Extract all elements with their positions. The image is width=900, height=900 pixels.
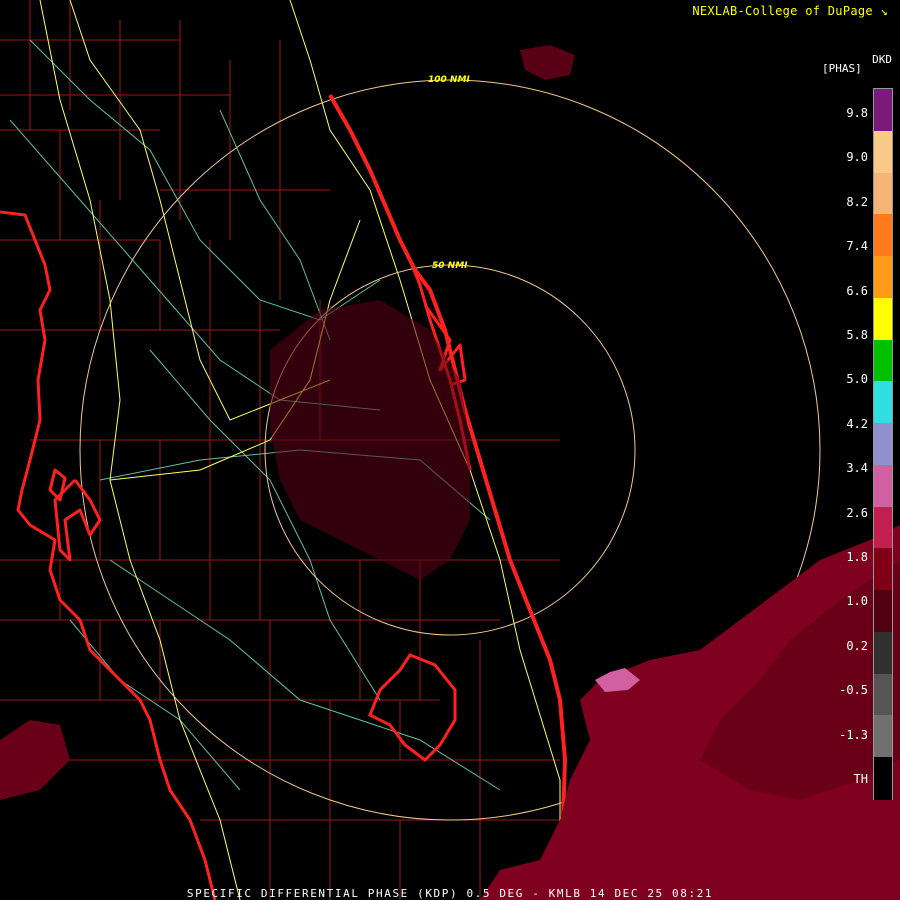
color-scale-segment xyxy=(874,715,892,759)
color-scale-segment xyxy=(874,590,892,633)
color-scale-tick: 9.8 xyxy=(846,106,868,120)
color-scale-segment xyxy=(874,757,892,800)
color-scale-tick: 1.8 xyxy=(846,550,868,564)
color-scale-tick: -1.3 xyxy=(839,727,868,742)
ring-label-50: 50 NMI xyxy=(432,261,468,271)
color-scale-tick: -0.5 xyxy=(839,683,868,698)
color-scale-segment xyxy=(874,339,892,383)
color-scale-tick: 8.2 xyxy=(846,194,868,209)
credit-text: NEXLAB-College of DuPage xyxy=(692,4,873,18)
color-scale-segment xyxy=(874,464,892,508)
lake-okeechobee xyxy=(368,653,457,762)
color-scale-tick: 3.4 xyxy=(846,461,868,476)
color-scale-segment xyxy=(874,172,892,216)
product-code: DKD xyxy=(872,53,892,66)
color-scale-segment xyxy=(874,381,892,425)
color-scale-segment xyxy=(874,631,892,675)
color-scale-segment xyxy=(874,506,892,550)
color-scale-bar xyxy=(873,88,893,800)
echo-southwest xyxy=(0,720,70,800)
echo-clutter xyxy=(270,300,470,580)
color-scale-tick: 2.6 xyxy=(846,505,868,520)
units-label: [PHAS] xyxy=(822,62,862,75)
color-scale-segment xyxy=(874,130,892,174)
color-scale-segment xyxy=(874,89,892,132)
color-scale-segment xyxy=(874,214,892,258)
credit-label: NEXLAB-College of DuPage ↘ xyxy=(692,4,888,18)
color-scale-tick: 6.6 xyxy=(846,283,868,298)
color-scale-tick: 0.2 xyxy=(846,638,868,653)
color-scale-tick: 1.0 xyxy=(846,594,868,609)
color-scale-tick: TH xyxy=(853,772,868,786)
echo-northeast xyxy=(520,45,575,80)
corner-arrow-icon: ↘ xyxy=(872,4,888,18)
color-scale-segment xyxy=(874,673,892,717)
color-scale-tick: 4.2 xyxy=(846,416,868,431)
color-scale-segment xyxy=(874,256,892,299)
color-scale-segment xyxy=(874,548,892,592)
footer-caption: SPECIFIC DIFFERENTIAL PHASE (KDP) 0.5 DE… xyxy=(186,887,714,900)
color-scale-tick: 5.8 xyxy=(846,328,868,342)
ring-label-100: 100 NMI xyxy=(428,75,470,85)
radar-map: 100 NMI 50 NMI xyxy=(0,0,900,900)
color-scale-tick: 7.4 xyxy=(846,239,868,254)
color-scale-segment xyxy=(874,297,892,341)
color-scale-tick: 5.0 xyxy=(846,372,868,387)
color-scale-tick: 9.0 xyxy=(846,150,868,165)
color-scale-segment xyxy=(874,423,892,466)
